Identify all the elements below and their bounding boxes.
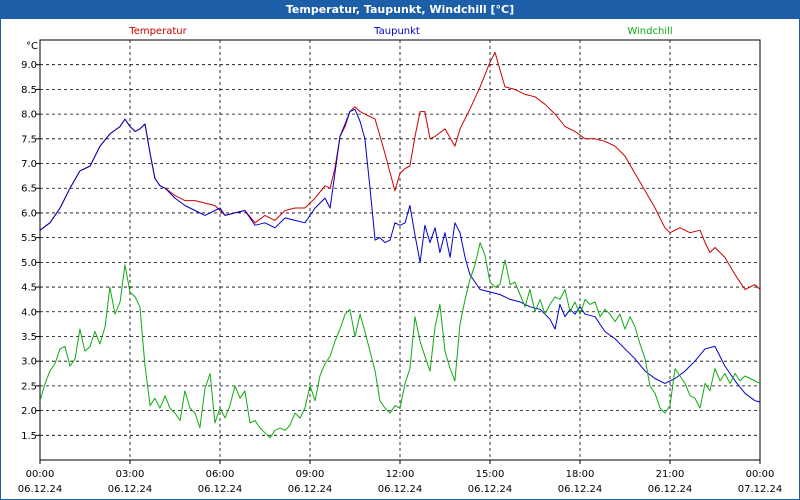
y-tick-label: 2.5 <box>21 381 37 392</box>
legend-taupunkt: Taupunkt <box>373 26 420 37</box>
series-line-temperatur <box>40 51 760 291</box>
y-tick-label: 5.0 <box>21 258 37 269</box>
x-tick-time: 12:00 <box>386 469 415 480</box>
y-tick-label: 3.0 <box>21 357 37 368</box>
y-tick-label: 7.5 <box>21 134 37 145</box>
x-tick-date: 06.12.24 <box>378 484 423 495</box>
x-tick-date: 06.12.24 <box>558 484 603 495</box>
x-tick-time: 03:00 <box>116 469 145 480</box>
x-tick-time: 09:00 <box>296 469 325 480</box>
legend-temperatur: Temperatur <box>128 26 187 37</box>
y-tick-label: 6.0 <box>21 208 37 219</box>
y-tick-label: 4.5 <box>21 283 37 294</box>
x-tick-date: 07.12.24 <box>738 484 783 495</box>
chart-plot: 1.5 2.0 2.5 3.0 3.5 4.0 4.5 5.0 5.5 6.0 6.5 7.0 7.5 8… <box>18 26 783 495</box>
y-tick-label: 7.0 <box>21 159 37 170</box>
x-tick-time: 06:00 <box>206 469 235 480</box>
grid <box>40 40 760 460</box>
y-tick-label: 1.5 <box>21 431 37 442</box>
x-tick-date: 06.12.24 <box>468 484 513 495</box>
legend-windchill: Windchill <box>627 26 672 37</box>
series-lines <box>40 51 760 439</box>
y-tick-label: 5.5 <box>21 233 37 244</box>
y-tick-label: 6.5 <box>21 184 37 195</box>
x-tick-time: 00:00 <box>746 469 775 480</box>
y-tick-label: 9.0 <box>21 60 37 71</box>
y-tick-label: 8.5 <box>21 85 37 96</box>
y-axis-unit: °C <box>26 41 38 52</box>
x-tick-date: 06.12.24 <box>108 484 153 495</box>
x-tick-time: 00:00 <box>26 469 55 480</box>
y-tick-label: 2.0 <box>21 406 37 417</box>
x-tick-date: 06.12.24 <box>288 484 333 495</box>
x-tick-date: 06.12.24 <box>648 484 693 495</box>
x-tick-date: 06.12.24 <box>198 484 243 495</box>
y-tick-label: 3.5 <box>21 332 37 343</box>
x-tick-time: 15:00 <box>476 469 505 480</box>
series-line-taupunkt <box>40 108 760 403</box>
y-tick-label: 4.0 <box>21 307 37 318</box>
x-tick-time: 18:00 <box>566 469 595 480</box>
y-tick-label: 8.0 <box>21 110 37 121</box>
x-tick-date: 06.12.24 <box>18 484 63 495</box>
series-line-windchill <box>40 242 760 439</box>
x-tick-time: 21:00 <box>656 469 685 480</box>
legend: Temperatur Taupunkt Windchill <box>128 26 672 37</box>
